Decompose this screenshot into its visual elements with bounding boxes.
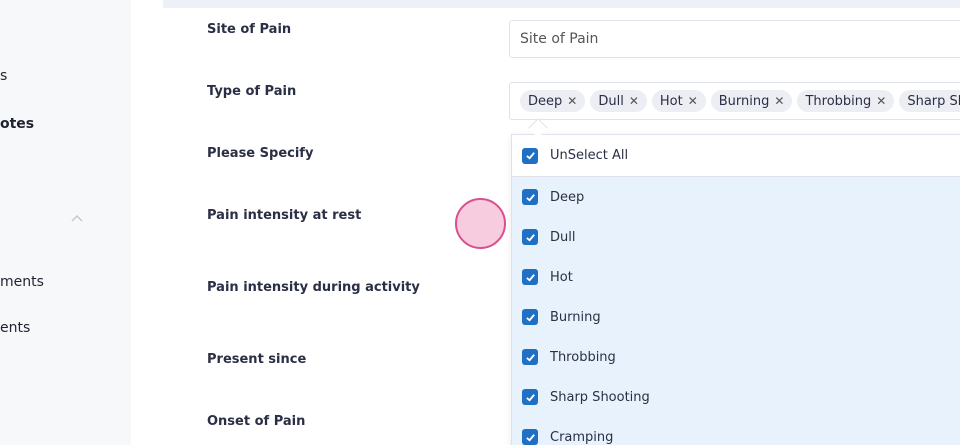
option-sharp-shooting[interactable]: Sharp Shooting bbox=[512, 377, 960, 417]
tag-hot[interactable]: Hot ✕ bbox=[651, 90, 706, 112]
unselect-all-option[interactable]: UnSelect All bbox=[512, 135, 960, 177]
sidebar-item[interactable]: ments bbox=[0, 274, 44, 290]
remove-icon[interactable]: ✕ bbox=[567, 94, 577, 108]
tag-label: Sharp Shooting bbox=[907, 93, 960, 109]
checkbox-checked-icon[interactable] bbox=[522, 229, 538, 245]
tag-burning[interactable]: Burning ✕ bbox=[710, 90, 793, 112]
checkbox-checked-icon[interactable] bbox=[522, 349, 538, 365]
sidebar-item[interactable]: ents bbox=[0, 320, 30, 336]
site-of-pain-label: Site of Pain bbox=[207, 22, 292, 37]
type-of-pain-dropdown: UnSelect All Deep Dull Hot Burning Throb… bbox=[511, 134, 960, 445]
chevron-up-icon[interactable] bbox=[71, 214, 83, 222]
option-label: Deep bbox=[550, 189, 585, 205]
remove-icon[interactable]: ✕ bbox=[876, 94, 886, 108]
type-of-pain-select[interactable]: Deep ✕ Dull ✕ Hot ✕ Burning ✕ Throbbing ✕ Sha… bbox=[509, 82, 960, 120]
pain-activity-label: Pain intensity during activity bbox=[207, 280, 420, 295]
tag-label: Deep bbox=[528, 93, 563, 109]
tag-deep[interactable]: Deep ✕ bbox=[520, 90, 586, 112]
checkbox-checked-icon[interactable] bbox=[522, 269, 538, 285]
option-label: Sharp Shooting bbox=[550, 389, 650, 405]
tag-sharp-shooting[interactable]: Sharp Shooting✕ bbox=[899, 90, 960, 112]
tag-throbbing[interactable]: Throbbing ✕ bbox=[797, 90, 895, 112]
pain-rest-label: Pain intensity at rest bbox=[207, 208, 362, 223]
touch-indicator bbox=[455, 198, 506, 249]
option-label: Hot bbox=[550, 269, 573, 285]
remove-icon[interactable]: ✕ bbox=[688, 94, 698, 108]
tag-label: Burning bbox=[718, 93, 770, 109]
tag-label: Dull bbox=[598, 93, 624, 109]
option-cramping[interactable]: Cramping bbox=[512, 417, 960, 445]
option-label: Cramping bbox=[550, 429, 614, 445]
checkbox-checked-icon[interactable] bbox=[522, 429, 538, 445]
present-since-label: Present since bbox=[207, 352, 307, 367]
remove-icon[interactable]: ✕ bbox=[774, 94, 784, 108]
option-hot[interactable]: Hot bbox=[512, 257, 960, 297]
option-label: Throbbing bbox=[550, 349, 616, 365]
site-of-pain-placeholder: Site of Pain bbox=[520, 31, 599, 47]
option-dull[interactable]: Dull bbox=[512, 217, 960, 257]
option-deep[interactable]: Deep bbox=[512, 177, 960, 217]
tag-dull[interactable]: Dull ✕ bbox=[590, 90, 647, 112]
dropdown-list: Deep Dull Hot Burning Throbbing Sharp Sh… bbox=[512, 177, 960, 445]
unselect-all-label: UnSelect All bbox=[550, 148, 629, 163]
checkbox-checked-icon[interactable] bbox=[522, 309, 538, 325]
type-of-pain-label: Type of Pain bbox=[207, 84, 297, 99]
site-of-pain-input[interactable]: Site of Pain bbox=[509, 20, 960, 58]
checkbox-checked-icon[interactable] bbox=[522, 147, 538, 164]
option-throbbing[interactable]: Throbbing bbox=[512, 337, 960, 377]
tag-label: Hot bbox=[659, 93, 683, 109]
remove-icon[interactable]: ✕ bbox=[629, 94, 639, 108]
onset-of-pain-label: Onset of Pain bbox=[207, 414, 306, 429]
checkbox-checked-icon[interactable] bbox=[522, 189, 538, 205]
header-strip bbox=[163, 0, 960, 8]
tag-label: Throbbing bbox=[805, 93, 872, 109]
sidebar-item-notes[interactable]: otes bbox=[0, 116, 34, 132]
option-label: Dull bbox=[550, 229, 576, 245]
sidebar-item[interactable]: s bbox=[0, 68, 7, 84]
option-burning[interactable]: Burning bbox=[512, 297, 960, 337]
option-label: Burning bbox=[550, 309, 601, 325]
please-specify-label: Please Specify bbox=[207, 146, 314, 161]
checkbox-checked-icon[interactable] bbox=[522, 389, 538, 405]
sidebar: s otes ments ents bbox=[0, 0, 131, 445]
